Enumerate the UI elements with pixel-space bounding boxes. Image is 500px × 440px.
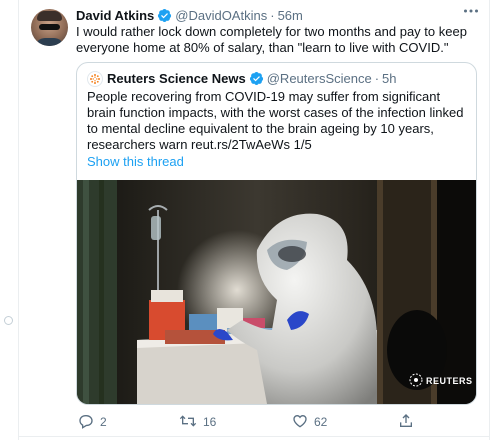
photo-watermark: REUTERS <box>426 376 473 386</box>
quoted-author-handle: @ReutersScience <box>266 70 372 86</box>
quoted-tweet-timestamp: 5h <box>382 70 397 86</box>
timeline-left-border <box>18 0 19 440</box>
reply-count: 2 <box>100 415 107 429</box>
author-avatar[interactable] <box>31 9 68 46</box>
quoted-tweet-text: People recovering from COVID-19 may suff… <box>87 89 464 152</box>
like-count: 62 <box>314 415 328 429</box>
quoted-author-avatar <box>87 71 103 87</box>
quoted-tweet-photo[interactable]: REUTERS <box>77 180 476 404</box>
more-icon[interactable] <box>460 3 482 19</box>
quoted-tweet-header: Reuters Science News @ReutersScience · 5… <box>107 69 397 87</box>
tweet-divider <box>18 436 490 437</box>
retweet-button[interactable]: 16 <box>179 412 216 432</box>
quoted-header-separator: · <box>374 70 380 86</box>
timeline-right-border <box>489 0 490 440</box>
header-separator: · <box>270 7 275 23</box>
like-icon <box>292 413 308 432</box>
reply-button[interactable]: 2 <box>78 412 107 432</box>
quoted-author-name: Reuters Science News <box>107 70 246 86</box>
side-dot-icon <box>4 316 13 325</box>
tweet-actions: 2 16 62 <box>76 412 476 432</box>
tweet-text: I would rather lock down completely for … <box>76 24 467 55</box>
like-button[interactable]: 62 <box>292 412 327 432</box>
reply-icon <box>78 413 94 432</box>
verified-badge-icon <box>249 71 264 86</box>
tweet-timestamp[interactable]: 56m <box>278 8 303 23</box>
verified-badge-icon <box>157 8 172 23</box>
retweet-icon <box>179 413 197 432</box>
share-icon <box>398 413 414 432</box>
author-name[interactable]: David Atkins <box>76 8 154 23</box>
tweet-header: David Atkins @DavidOAtkins · 56m <box>76 6 476 24</box>
share-button[interactable] <box>398 412 414 432</box>
quoted-tweet-card[interactable]: Reuters Science News @ReutersScience · 5… <box>76 62 477 405</box>
show-thread-link[interactable]: Show this thread <box>87 154 184 169</box>
author-handle[interactable]: @DavidOAtkins <box>175 8 267 23</box>
retweet-count: 16 <box>203 415 217 429</box>
